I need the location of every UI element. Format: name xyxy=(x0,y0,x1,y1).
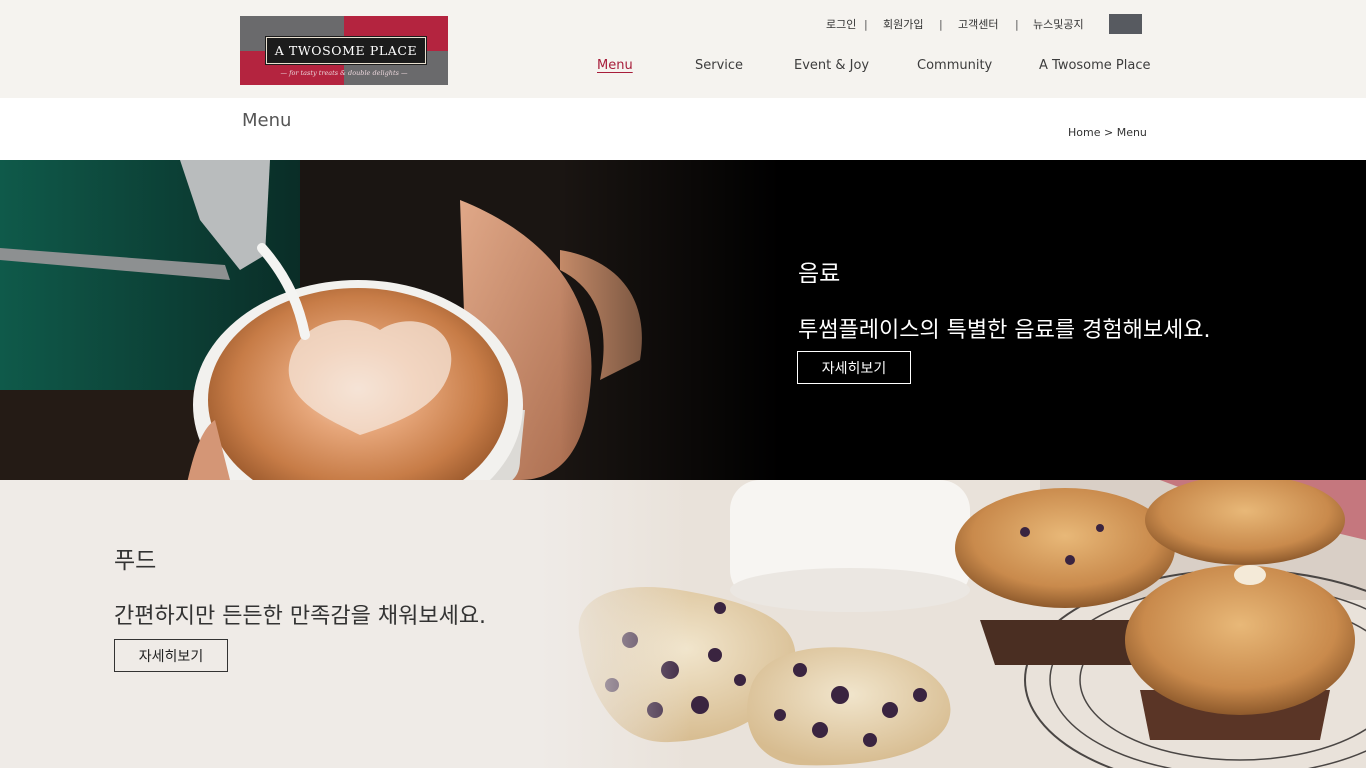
util-separator: | xyxy=(1015,18,1019,31)
logo-wordmark: A TWOSOME PLACE xyxy=(265,36,427,65)
nav-community[interactable]: Community xyxy=(917,57,992,75)
util-separator: | xyxy=(939,18,943,31)
blueberry-muffin-photo xyxy=(540,480,1366,768)
login-link[interactable]: 로그인 xyxy=(826,17,856,33)
drink-banner-description: 투썸플레이스의 특별한 음료를 경험해보세요. xyxy=(798,318,1211,343)
latte-art-photo xyxy=(0,160,780,480)
food-banner-description: 간편하지만 든든한 만족감을 채워보세요. xyxy=(114,604,487,629)
nav-menu[interactable]: Menu xyxy=(597,57,633,75)
language-select-button[interactable] xyxy=(1109,14,1142,34)
customer-center-link[interactable]: 고객센터 xyxy=(958,17,998,33)
food-banner-title: 푸드 xyxy=(114,548,157,574)
site-header: A TWOSOME PLACE — for tasty treats & dou… xyxy=(0,0,1366,98)
food-banner: 푸드 간편하지만 든든한 만족감을 채워보세요. 자세히보기 xyxy=(0,480,1366,768)
brand-logo[interactable]: A TWOSOME PLACE — for tasty treats & dou… xyxy=(240,16,448,85)
logo-tagline: — for tasty treats & double delights — xyxy=(280,69,408,77)
food-view-more-button[interactable]: 자세히보기 xyxy=(114,639,228,672)
breadcrumb-current: Menu xyxy=(1116,126,1147,139)
util-separator: | xyxy=(864,18,868,31)
news-notice-link[interactable]: 뉴스및공지 xyxy=(1033,17,1084,33)
breadcrumb-home[interactable]: Home xyxy=(1068,126,1100,139)
page-title: Menu xyxy=(242,110,292,131)
breadcrumb: Home > Menu xyxy=(1068,126,1147,139)
drink-banner: 음료 투썸플레이스의 특별한 음료를 경험해보세요. 자세히보기 xyxy=(0,160,1366,480)
nav-event-joy[interactable]: Event & Joy xyxy=(794,57,869,75)
nav-service[interactable]: Service xyxy=(695,57,743,75)
drink-banner-title: 음료 xyxy=(798,261,841,287)
signup-link[interactable]: 회원가입 xyxy=(883,17,923,33)
drink-view-more-button[interactable]: 자세히보기 xyxy=(797,351,911,384)
page-title-bar: Menu Home > Menu xyxy=(0,98,1366,160)
nav-a-twosome-place[interactable]: A Twosome Place xyxy=(1039,57,1150,75)
breadcrumb-separator: > xyxy=(1103,126,1114,139)
